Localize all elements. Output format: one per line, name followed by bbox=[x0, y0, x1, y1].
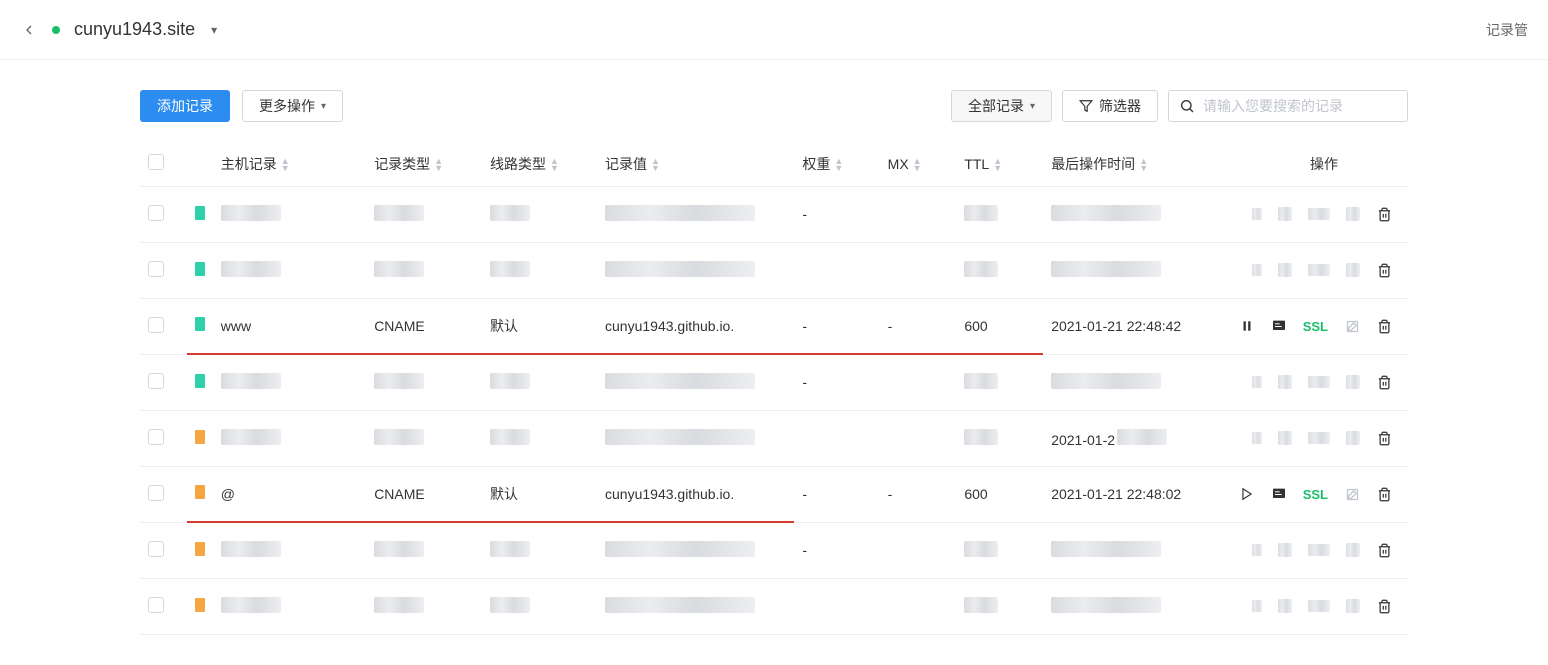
search-box[interactable] bbox=[1168, 90, 1408, 122]
sort-icon: ▲▼ bbox=[434, 158, 443, 172]
line-value: 默认 bbox=[490, 486, 518, 502]
delete-icon[interactable] bbox=[1376, 206, 1392, 222]
caret-down-icon[interactable]: ▾ bbox=[211, 23, 217, 37]
remark-icon[interactable] bbox=[1271, 318, 1287, 334]
table-row: - bbox=[140, 186, 1408, 242]
flag-icon bbox=[195, 317, 205, 331]
sort-icon: ▲▼ bbox=[550, 158, 559, 172]
edit-icon[interactable] bbox=[1344, 318, 1360, 334]
add-record-button[interactable]: 添加记录 bbox=[140, 90, 230, 122]
col-host[interactable]: 主机记录▲▼ bbox=[213, 142, 366, 186]
back-icon[interactable] bbox=[20, 21, 38, 39]
search-input[interactable] bbox=[1203, 98, 1397, 114]
flag-icon bbox=[195, 262, 205, 276]
row-checkbox[interactable] bbox=[148, 205, 164, 221]
caret-down-icon: ▾ bbox=[1030, 101, 1035, 112]
mx-value: - bbox=[888, 486, 893, 502]
line-value: 默认 bbox=[490, 318, 518, 334]
weight-value: - bbox=[802, 486, 807, 502]
header-right-label[interactable]: 记录管 bbox=[1486, 20, 1528, 40]
delete-icon[interactable] bbox=[1376, 486, 1392, 502]
col-line[interactable]: 线路类型▲▼ bbox=[482, 142, 597, 186]
pause-icon[interactable] bbox=[1239, 318, 1255, 334]
select-all-checkbox[interactable] bbox=[148, 154, 164, 170]
col-mx[interactable]: MX▲▼ bbox=[880, 142, 957, 186]
status-dot-icon bbox=[52, 26, 60, 34]
record-value: cunyu1943.github.io. bbox=[605, 486, 734, 502]
flag-icon bbox=[195, 430, 205, 444]
flag-icon bbox=[195, 598, 205, 612]
delete-icon[interactable] bbox=[1376, 542, 1392, 558]
table-row: 2021-01-2 bbox=[140, 410, 1408, 466]
delete-icon[interactable] bbox=[1376, 598, 1392, 614]
play-icon[interactable] bbox=[1239, 486, 1255, 502]
flag-icon bbox=[195, 374, 205, 388]
flag-icon bbox=[195, 206, 205, 220]
sort-icon: ▲▼ bbox=[651, 158, 660, 172]
delete-icon[interactable] bbox=[1376, 262, 1392, 278]
page-header: cunyu1943.site ▾ 记录管 bbox=[0, 0, 1548, 60]
time-value: 2021-01-21 22:48:02 bbox=[1051, 486, 1181, 502]
host-value: @ bbox=[221, 486, 235, 502]
filter-button[interactable]: 筛选器 bbox=[1062, 90, 1158, 122]
mx-value: - bbox=[888, 318, 893, 334]
delete-icon[interactable] bbox=[1376, 318, 1392, 334]
table-row: - bbox=[140, 354, 1408, 410]
filter-icon bbox=[1079, 99, 1093, 113]
table-row bbox=[140, 578, 1408, 634]
table-row: - bbox=[140, 522, 1408, 578]
more-ops-button[interactable]: 更多操作 ▾ bbox=[242, 90, 343, 122]
sort-icon: ▲▼ bbox=[913, 158, 922, 172]
time-value: 2021-01-2 bbox=[1051, 432, 1115, 448]
row-checkbox[interactable] bbox=[148, 373, 164, 389]
weight-value: - bbox=[802, 318, 807, 334]
type-value: CNAME bbox=[374, 486, 425, 502]
row-checkbox[interactable] bbox=[148, 429, 164, 445]
row-checkbox[interactable] bbox=[148, 261, 164, 277]
col-type[interactable]: 记录类型▲▼ bbox=[366, 142, 482, 186]
row-checkbox[interactable] bbox=[148, 485, 164, 501]
search-icon bbox=[1179, 98, 1195, 114]
ssl-badge[interactable]: SSL bbox=[1303, 319, 1328, 334]
ttl-value: 600 bbox=[964, 486, 987, 502]
ssl-badge[interactable]: SSL bbox=[1303, 487, 1328, 502]
weight-value: - bbox=[802, 206, 807, 222]
table-row: @ CNAME 默认 cunyu1943.github.io. - - 600 2021-01… bbox=[140, 466, 1408, 522]
edit-icon[interactable] bbox=[1344, 486, 1360, 502]
weight-value: - bbox=[802, 374, 807, 390]
all-records-button[interactable]: 全部记录 ▾ bbox=[951, 90, 1052, 122]
row-checkbox[interactable] bbox=[148, 597, 164, 613]
row-checkbox[interactable] bbox=[148, 317, 164, 333]
type-value: CNAME bbox=[374, 318, 425, 334]
filter-label: 筛选器 bbox=[1099, 96, 1141, 116]
remark-icon[interactable] bbox=[1271, 486, 1287, 502]
col-value[interactable]: 记录值▲▼ bbox=[597, 142, 794, 186]
col-time[interactable]: 最后操作时间▲▼ bbox=[1043, 142, 1200, 186]
weight-value: - bbox=[802, 542, 807, 558]
flag-icon bbox=[195, 542, 205, 556]
sort-icon: ▲▼ bbox=[993, 158, 1002, 172]
domain-title[interactable]: cunyu1943.site bbox=[74, 19, 195, 40]
all-records-label: 全部记录 bbox=[968, 96, 1024, 116]
toolbar: 添加记录 更多操作 ▾ 全部记录 ▾ 筛选器 bbox=[140, 90, 1408, 122]
record-value: cunyu1943.github.io. bbox=[605, 318, 734, 334]
col-ops: 操作 bbox=[1201, 142, 1408, 186]
dns-records-table: 主机记录▲▼ 记录类型▲▼ 线路类型▲▼ 记录值▲▼ 权重▲▼ MX▲▼ TTL… bbox=[140, 142, 1408, 635]
ttl-value: 600 bbox=[964, 318, 987, 334]
flag-icon bbox=[195, 485, 205, 499]
more-ops-label: 更多操作 bbox=[259, 96, 315, 116]
caret-down-icon: ▾ bbox=[321, 101, 326, 112]
table-row: www CNAME 默认 cunyu1943.github.io. - - 600 2021-… bbox=[140, 298, 1408, 354]
sort-icon: ▲▼ bbox=[834, 158, 843, 172]
host-value: www bbox=[221, 318, 251, 334]
col-weight[interactable]: 权重▲▼ bbox=[794, 142, 879, 186]
time-value: 2021-01-21 22:48:42 bbox=[1051, 318, 1181, 334]
row-checkbox[interactable] bbox=[148, 541, 164, 557]
sort-icon: ▲▼ bbox=[281, 158, 290, 172]
delete-icon[interactable] bbox=[1376, 430, 1392, 446]
delete-icon[interactable] bbox=[1376, 374, 1392, 390]
table-row bbox=[140, 242, 1408, 298]
col-ttl[interactable]: TTL▲▼ bbox=[956, 142, 1043, 186]
sort-icon: ▲▼ bbox=[1139, 158, 1148, 172]
